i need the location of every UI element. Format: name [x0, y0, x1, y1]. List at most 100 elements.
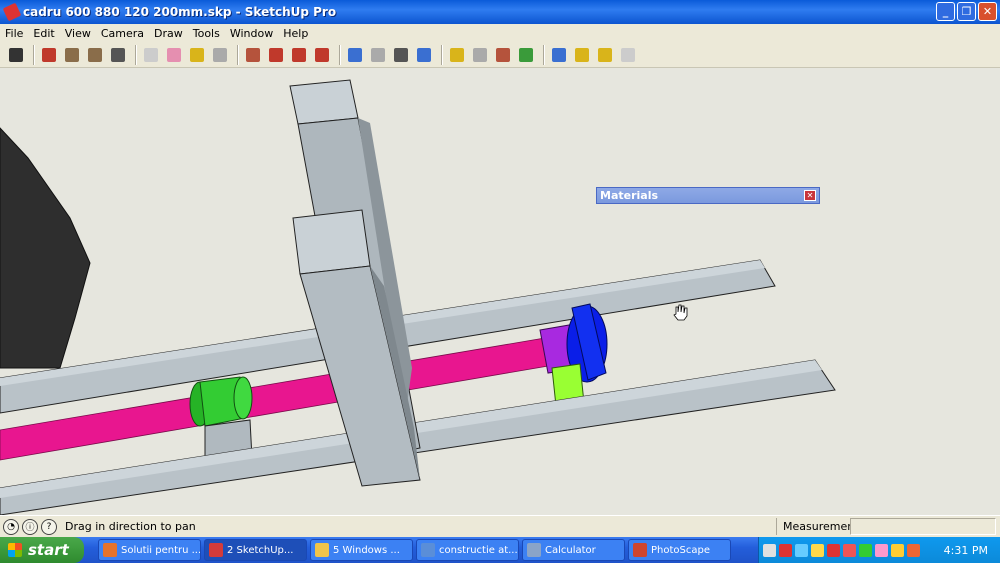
extension-warehouse-icon — [621, 47, 635, 62]
extension-warehouse-tool-button[interactable] — [618, 45, 638, 65]
tray-icon-1[interactable] — [763, 543, 776, 557]
taskbar-button-label: Solutii pentru ... — [121, 544, 201, 556]
taskbar-button[interactable]: 2 SketchUp... — [204, 539, 307, 561]
tape-measure-tool-button[interactable] — [187, 45, 207, 65]
arc-icon — [111, 47, 125, 62]
menu-file[interactable]: File — [0, 27, 28, 40]
eraser-tool-button[interactable] — [164, 45, 184, 65]
rotate-icon — [292, 47, 306, 62]
component-share-icon — [598, 47, 612, 62]
offset-icon — [315, 47, 329, 62]
previous-view-tool-button[interactable] — [447, 45, 467, 65]
menu-view[interactable]: View — [60, 27, 96, 40]
menu-help[interactable]: Help — [278, 27, 313, 40]
paint-bucket-icon — [213, 47, 227, 62]
materials-panel[interactable]: Materials ✕ — [596, 187, 820, 204]
start-label: start — [28, 541, 69, 559]
minimize-button[interactable]: _ — [936, 2, 955, 21]
move-tool-button[interactable] — [266, 45, 286, 65]
measurements-input[interactable] — [850, 518, 996, 535]
tray-icon-2[interactable] — [779, 543, 792, 557]
model-viewport[interactable]: Materials ✕ — [0, 68, 1000, 515]
next-view-tool-button[interactable] — [470, 45, 490, 65]
windows-taskbar: start Solutii pentru ... 2 SketchUp... 5 W… — [0, 537, 1000, 563]
volume-icon[interactable] — [811, 543, 824, 557]
tray-icon-8[interactable] — [875, 543, 888, 557]
orbit-icon — [348, 47, 362, 62]
offset-tool-button[interactable] — [312, 45, 332, 65]
taskbar-app-icon — [527, 543, 541, 557]
model-scene — [0, 79, 836, 515]
geo-location-icon[interactable]: ◔ — [3, 518, 19, 535]
system-tray: 4:31 PM — [758, 537, 1000, 563]
taskbar-button[interactable]: Calculator — [522, 539, 625, 561]
start-button[interactable]: start — [0, 537, 84, 563]
menu-edit[interactable]: Edit — [28, 27, 59, 40]
make-component-icon — [144, 47, 158, 62]
status-hint: Drag in direction to pan — [65, 520, 196, 533]
menu-bar: File Edit View Camera Draw Tools Window … — [0, 24, 1000, 42]
measurements-label: Measurements — [776, 518, 864, 535]
get-models-icon — [552, 47, 566, 62]
circle-icon — [88, 47, 102, 62]
push-pull-icon — [246, 47, 260, 62]
component-share-tool-button[interactable] — [595, 45, 615, 65]
rotate-tool-button[interactable] — [289, 45, 309, 65]
title-bar[interactable]: cadru 600 880 120 200mm.skp - SketchUp P… — [0, 0, 1000, 24]
front-post-top — [292, 209, 371, 275]
line-pencil-tool-button[interactable] — [39, 45, 59, 65]
paint-bucket-tool-button[interactable] — [210, 45, 230, 65]
previous-view-icon — [450, 47, 464, 62]
walk-tool-button[interactable] — [516, 45, 536, 65]
zoom-tool-button[interactable] — [391, 45, 411, 65]
taskbar-button-label: Calculator — [545, 544, 596, 556]
main-toolbar — [0, 42, 1000, 68]
materials-panel-title: Materials — [600, 189, 659, 202]
taskbar-clock[interactable]: 4:31 PM — [944, 544, 988, 557]
menu-tools[interactable]: Tools — [188, 27, 225, 40]
select-arrow-icon — [9, 47, 23, 62]
select-arrow-tool-button[interactable] — [6, 45, 26, 65]
network-icon[interactable] — [859, 543, 872, 557]
menu-camera[interactable]: Camera — [96, 27, 149, 40]
toolbar-separator — [339, 44, 341, 65]
tray-icon-5[interactable] — [827, 543, 840, 557]
zoom-extents-tool-button[interactable] — [414, 45, 434, 65]
position-camera-icon — [496, 47, 510, 62]
push-pull-tool-button[interactable] — [243, 45, 263, 65]
make-component-tool-button[interactable] — [141, 45, 161, 65]
taskbar-button[interactable]: Solutii pentru ... — [98, 539, 201, 561]
taskbar-app-icon — [633, 543, 647, 557]
get-models-tool-button[interactable] — [549, 45, 569, 65]
menu-window[interactable]: Window — [225, 27, 278, 40]
rectangle-tool-button[interactable] — [62, 45, 82, 65]
status-bar: ◔ ⓘ ? Drag in direction to pan Measureme… — [0, 515, 1000, 537]
restore-button[interactable]: ❐ — [957, 2, 976, 21]
tray-icon-10[interactable] — [907, 543, 920, 557]
taskbar-button[interactable]: PhotoScape — [628, 539, 731, 561]
close-button[interactable]: ✕ — [978, 2, 997, 21]
sketchup-window: cadru 600 880 120 200mm.skp - SketchUp P… — [0, 0, 1000, 563]
pan-hand-tool-button[interactable] — [368, 45, 388, 65]
taskbar-app-icon — [421, 543, 435, 557]
window-title: cadru 600 880 120 200mm.skp - SketchUp P… — [23, 5, 337, 19]
tray-icon-9[interactable] — [891, 543, 904, 557]
circle-tool-button[interactable] — [85, 45, 105, 65]
share-model-tool-button[interactable] — [572, 45, 592, 65]
position-camera-tool-button[interactable] — [493, 45, 513, 65]
credits-icon[interactable]: ⓘ — [22, 518, 38, 535]
back-post-top — [289, 79, 359, 125]
taskbar-button[interactable]: constructie at... — [416, 539, 519, 561]
arc-tool-button[interactable] — [108, 45, 128, 65]
taskbar-button-label: PhotoScape — [651, 544, 710, 556]
zoom-extents-icon — [417, 47, 431, 62]
menu-draw[interactable]: Draw — [149, 27, 188, 40]
orbit-tool-button[interactable] — [345, 45, 365, 65]
help-icon[interactable]: ? — [41, 518, 57, 535]
tray-icon-6[interactable] — [843, 543, 856, 557]
zoom-icon — [394, 47, 408, 62]
tray-icon-3[interactable] — [795, 543, 808, 557]
toolbar-separator — [33, 44, 35, 65]
materials-close-icon[interactable]: ✕ — [804, 190, 816, 201]
taskbar-button[interactable]: 5 Windows ... — [310, 539, 413, 561]
